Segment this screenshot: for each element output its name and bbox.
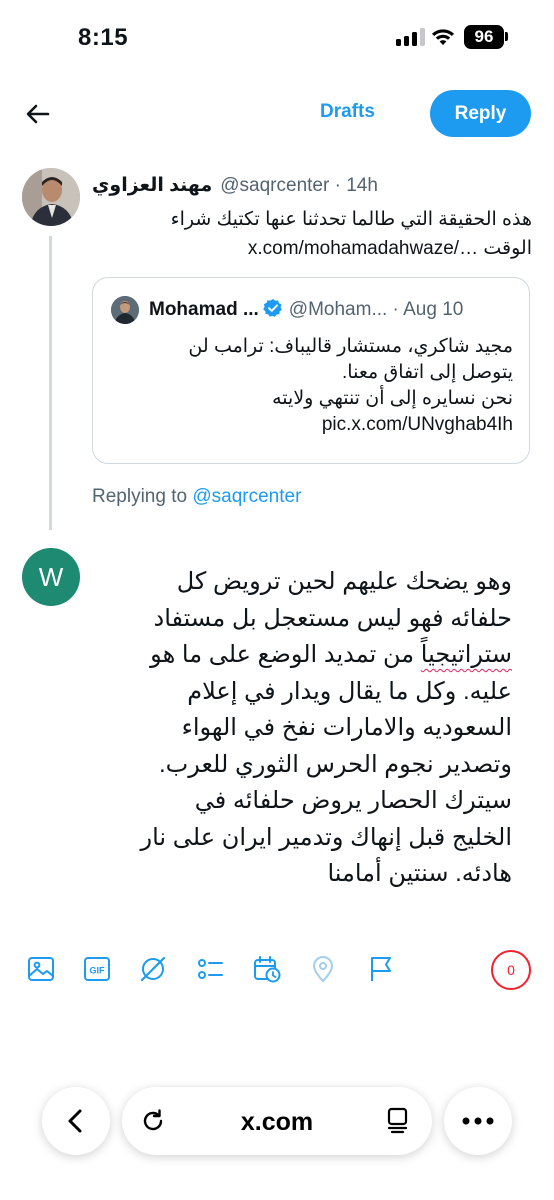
grok-icon[interactable] [138, 954, 168, 984]
quoted-text-line-2: يتوصل إلى اتفاق معنا. [342, 362, 513, 383]
reply-text-input[interactable]: وهو يضحك عليهم لحين ترويض كل حلفائه فهو … [92, 564, 513, 893]
reply-line-6: وتصدير نجوم الحرس الثوري للعرب. [158, 750, 512, 778]
wifi-icon [432, 29, 454, 45]
tweet-header: مهند العزاوي @saqrcenter · 14h [92, 174, 542, 202]
author-photo [22, 168, 80, 226]
reader-icon[interactable] [386, 1107, 410, 1135]
character-counter: 0 [491, 950, 531, 990]
status-bar: 8:15 96 [0, 0, 554, 76]
reply-line-2: حلفائه فهو ليس مستعجل بل مستفاد [153, 604, 512, 632]
top-bar: Drafts Reply [0, 86, 554, 142]
tweet-time[interactable]: 14h [346, 175, 378, 196]
image-icon[interactable] [26, 954, 56, 984]
meta-separator: · [329, 175, 347, 196]
quoted-author-avatar[interactable] [111, 296, 139, 324]
quoted-meta-separator: · [387, 299, 404, 320]
replying-to-prefix: Replying to [92, 486, 188, 507]
arrow-left-icon[interactable] [22, 98, 54, 130]
reply-line-3: ستراتيجياً من تمديد الوضع على ما هو [92, 637, 512, 674]
browser-more-button[interactable] [444, 1087, 512, 1155]
replying-to-handle[interactable]: @saqrcenter [192, 486, 301, 507]
composer-toolbar: GIF [0, 950, 554, 990]
schedule-icon[interactable] [252, 954, 282, 984]
quoted-tweet-card[interactable]: Mohamad ... @Moham... · Aug 10 مجيد شاكر… [92, 277, 530, 464]
tweet-text-line-2: الوقت x.com/mohamadahwaze/… [92, 234, 532, 263]
browser-back-button[interactable] [42, 1087, 110, 1155]
tweet-text: هذه الحقيقة التي طالما تحدثنا عنها تكتيك… [92, 205, 532, 263]
drafts-button[interactable]: Drafts [320, 101, 375, 123]
signal-icon [396, 28, 426, 46]
battery-level: 96 [474, 27, 494, 46]
reply-line-1: وهو يضحك عليهم لحين ترويض كل [176, 568, 512, 595]
reply-button[interactable]: Reply [430, 90, 531, 137]
battery-icon: 96 [464, 25, 504, 49]
quoted-author-photo [111, 296, 139, 324]
tweet-link[interactable]: x.com/mohamadahwaze/… [248, 238, 478, 259]
reply-line-8: الخليج قبل إنهاك وتدمير ايران على نار [140, 823, 513, 851]
battery-nub [505, 32, 508, 41]
quoted-media-link[interactable]: pic.x.com/UNvghab4Ih [113, 412, 513, 438]
poll-icon[interactable] [195, 954, 225, 984]
tweet-text-word: الوقت [483, 238, 532, 259]
verified-badge-icon [262, 299, 282, 317]
composer-avatar-letter: W [38, 561, 64, 592]
gif-icon[interactable]: GIF [82, 954, 112, 984]
reply-line-4: عليه. وكل ما يقال ويدار في إعلام [187, 677, 512, 705]
quoted-tweet-date[interactable]: Aug 10 [403, 299, 463, 320]
quoted-tweet-header: Mohamad ... @Moham... · Aug 10 [149, 298, 519, 324]
quoted-tweet-text: مجيد شاكري، مستشار قاليباف: ترامب لن يتو… [113, 334, 513, 438]
gif-label: GIF [90, 966, 106, 976]
reply-line-9: هادئه. سنتين أمامنا [327, 860, 512, 887]
quoted-author-handle[interactable]: @Moham... [289, 299, 387, 320]
author-name[interactable]: مهند العزاوي [92, 175, 212, 196]
quoted-author-name[interactable]: Mohamad ... [149, 299, 259, 320]
reply-line-3-rest: من تمديد الوضع على ما هو [150, 641, 421, 668]
tweet-text-line-1: هذه الحقيقة التي طالما تحدثنا عنها تكتيك… [170, 209, 532, 230]
replying-to: Replying to @saqrcenter [92, 486, 301, 508]
thread-line [49, 236, 52, 530]
reply-line-5: السعوديه والامارات نفخ في الهواء [181, 714, 512, 741]
chevron-left-icon [68, 1109, 82, 1133]
misspelled-word[interactable]: ستراتيجياً [421, 641, 512, 668]
more-icon [462, 1117, 494, 1125]
browser-toolbar: x.com [0, 1080, 554, 1200]
quoted-text-line-1: مجيد شاكري، مستشار قاليباف: ترامب لن [188, 336, 513, 357]
author-handle[interactable]: @saqrcenter [220, 175, 329, 196]
status-time: 8:15 [78, 24, 129, 51]
location-icon[interactable] [308, 954, 338, 984]
composer-avatar[interactable]: W [22, 548, 80, 606]
quoted-text-line-3: نحن نسايره إلى أن تنتهي ولايته [272, 388, 513, 409]
reply-line-7: سيترك الحصار يروض حلفائه في [194, 787, 512, 814]
address-bar[interactable]: x.com [122, 1087, 432, 1155]
author-avatar[interactable] [22, 168, 80, 226]
flag-icon[interactable] [366, 954, 396, 984]
